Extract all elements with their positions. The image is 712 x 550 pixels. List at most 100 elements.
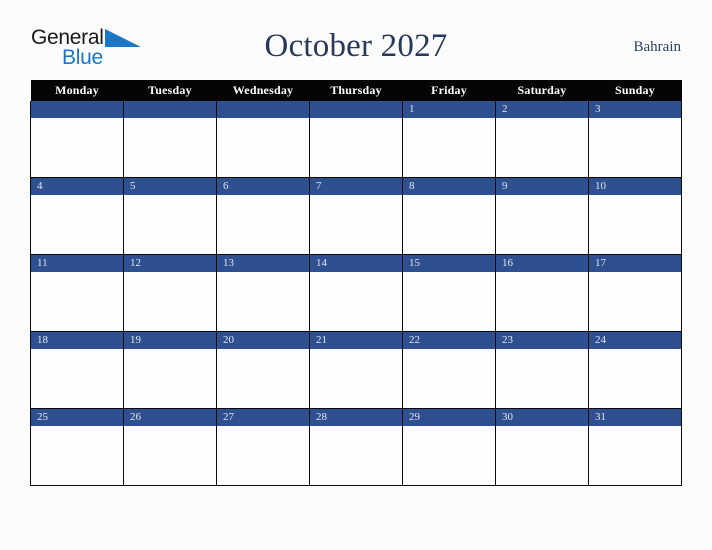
day-number: 16: [496, 255, 588, 272]
day-cell[interactable]: 16: [495, 254, 589, 332]
day-events-area[interactable]: [496, 118, 588, 176]
day-cell[interactable]: [309, 101, 403, 178]
page-title: October 2027: [264, 28, 448, 64]
day-cell[interactable]: 9: [495, 177, 589, 255]
day-number: 19: [124, 332, 216, 349]
day-cell[interactable]: 21: [309, 331, 403, 409]
day-events-area[interactable]: [124, 349, 216, 407]
day-cell[interactable]: 14: [309, 254, 403, 332]
day-cell[interactable]: [216, 101, 310, 178]
day-number: 23: [496, 332, 588, 349]
day-number: 20: [217, 332, 309, 349]
day-events-area[interactable]: [217, 426, 309, 484]
day-events-area[interactable]: [589, 349, 681, 407]
calendar-week-row: 4 5 6 7 8 9 10: [30, 177, 682, 255]
day-number: 4: [31, 178, 123, 195]
day-cell[interactable]: 15: [402, 254, 496, 332]
day-number: [124, 101, 216, 118]
weekday-header-friday: Friday: [402, 80, 496, 101]
day-cell[interactable]: 30: [495, 408, 589, 486]
day-cell[interactable]: 7: [309, 177, 403, 255]
day-cell[interactable]: 24: [588, 331, 682, 409]
page-header: General Blue October 2027 Bahrain: [0, 22, 712, 78]
day-cell[interactable]: 10: [588, 177, 682, 255]
day-number: 3: [589, 101, 681, 118]
day-cell[interactable]: 5: [123, 177, 217, 255]
day-cell[interactable]: 20: [216, 331, 310, 409]
day-events-area[interactable]: [310, 195, 402, 253]
day-cell[interactable]: 6: [216, 177, 310, 255]
day-events-area[interactable]: [217, 349, 309, 407]
country-label: Bahrain: [633, 39, 681, 55]
day-cell[interactable]: 25: [30, 408, 124, 486]
day-cell[interactable]: 4: [30, 177, 124, 255]
day-number: 28: [310, 409, 402, 426]
day-events-area[interactable]: [496, 272, 588, 330]
day-cell[interactable]: 26: [123, 408, 217, 486]
day-number: 12: [124, 255, 216, 272]
day-number: 27: [217, 409, 309, 426]
day-cell[interactable]: 17: [588, 254, 682, 332]
day-events-area[interactable]: [217, 195, 309, 253]
day-cell[interactable]: [123, 101, 217, 178]
day-number: [310, 101, 402, 118]
day-cell[interactable]: 28: [309, 408, 403, 486]
day-number: 21: [310, 332, 402, 349]
day-cell[interactable]: 3: [588, 101, 682, 178]
calendar-week-row: 25 26 27 28 29 30 31: [30, 408, 682, 486]
day-events-area[interactable]: [31, 272, 123, 330]
day-cell[interactable]: 11: [30, 254, 124, 332]
day-cell[interactable]: 22: [402, 331, 496, 409]
day-events-area[interactable]: [124, 426, 216, 484]
day-events-area[interactable]: [589, 426, 681, 484]
day-events-area[interactable]: [124, 195, 216, 253]
day-events-area[interactable]: [403, 426, 495, 484]
day-cell[interactable]: 23: [495, 331, 589, 409]
calendar-week-row: 11 12 13 14 15 16 17: [30, 254, 682, 332]
day-number: 29: [403, 409, 495, 426]
day-events-area[interactable]: [496, 195, 588, 253]
day-events-area[interactable]: [310, 272, 402, 330]
day-number: 13: [217, 255, 309, 272]
calendar-body: 1 2 3 4 5 6 7 8 9 10 11 12 13 14 15 16 1…: [30, 101, 682, 486]
day-cell[interactable]: 19: [123, 331, 217, 409]
day-cell[interactable]: [30, 101, 124, 178]
day-cell[interactable]: 8: [402, 177, 496, 255]
day-cell[interactable]: 27: [216, 408, 310, 486]
day-number: 24: [589, 332, 681, 349]
day-events-area[interactable]: [124, 118, 216, 176]
day-events-area[interactable]: [31, 118, 123, 176]
day-events-area[interactable]: [310, 349, 402, 407]
day-events-area[interactable]: [310, 118, 402, 176]
calendar-grid: Monday Tuesday Wednesday Thursday Friday…: [30, 80, 682, 486]
day-events-area[interactable]: [589, 118, 681, 176]
day-number: 18: [31, 332, 123, 349]
day-cell[interactable]: 1: [402, 101, 496, 178]
day-events-area[interactable]: [217, 118, 309, 176]
day-cell[interactable]: 18: [30, 331, 124, 409]
day-events-area[interactable]: [403, 118, 495, 176]
day-events-area[interactable]: [403, 272, 495, 330]
day-cell[interactable]: 2: [495, 101, 589, 178]
day-number: [31, 101, 123, 118]
day-cell[interactable]: 12: [123, 254, 217, 332]
day-events-area[interactable]: [31, 195, 123, 253]
day-cell[interactable]: 13: [216, 254, 310, 332]
weekday-header-saturday: Saturday: [495, 80, 589, 101]
day-events-area[interactable]: [403, 195, 495, 253]
weekday-header-sunday: Sunday: [588, 80, 682, 101]
day-events-area[interactable]: [310, 426, 402, 484]
day-events-area[interactable]: [496, 426, 588, 484]
day-events-area[interactable]: [124, 272, 216, 330]
day-cell[interactable]: 31: [588, 408, 682, 486]
calendar-page: General Blue October 2027 Bahrain Monday…: [0, 0, 712, 550]
day-events-area[interactable]: [496, 349, 588, 407]
day-events-area[interactable]: [589, 195, 681, 253]
day-events-area[interactable]: [31, 349, 123, 407]
weekday-header-monday: Monday: [30, 80, 124, 101]
day-events-area[interactable]: [403, 349, 495, 407]
day-events-area[interactable]: [589, 272, 681, 330]
day-events-area[interactable]: [31, 426, 123, 484]
day-cell[interactable]: 29: [402, 408, 496, 486]
day-events-area[interactable]: [217, 272, 309, 330]
